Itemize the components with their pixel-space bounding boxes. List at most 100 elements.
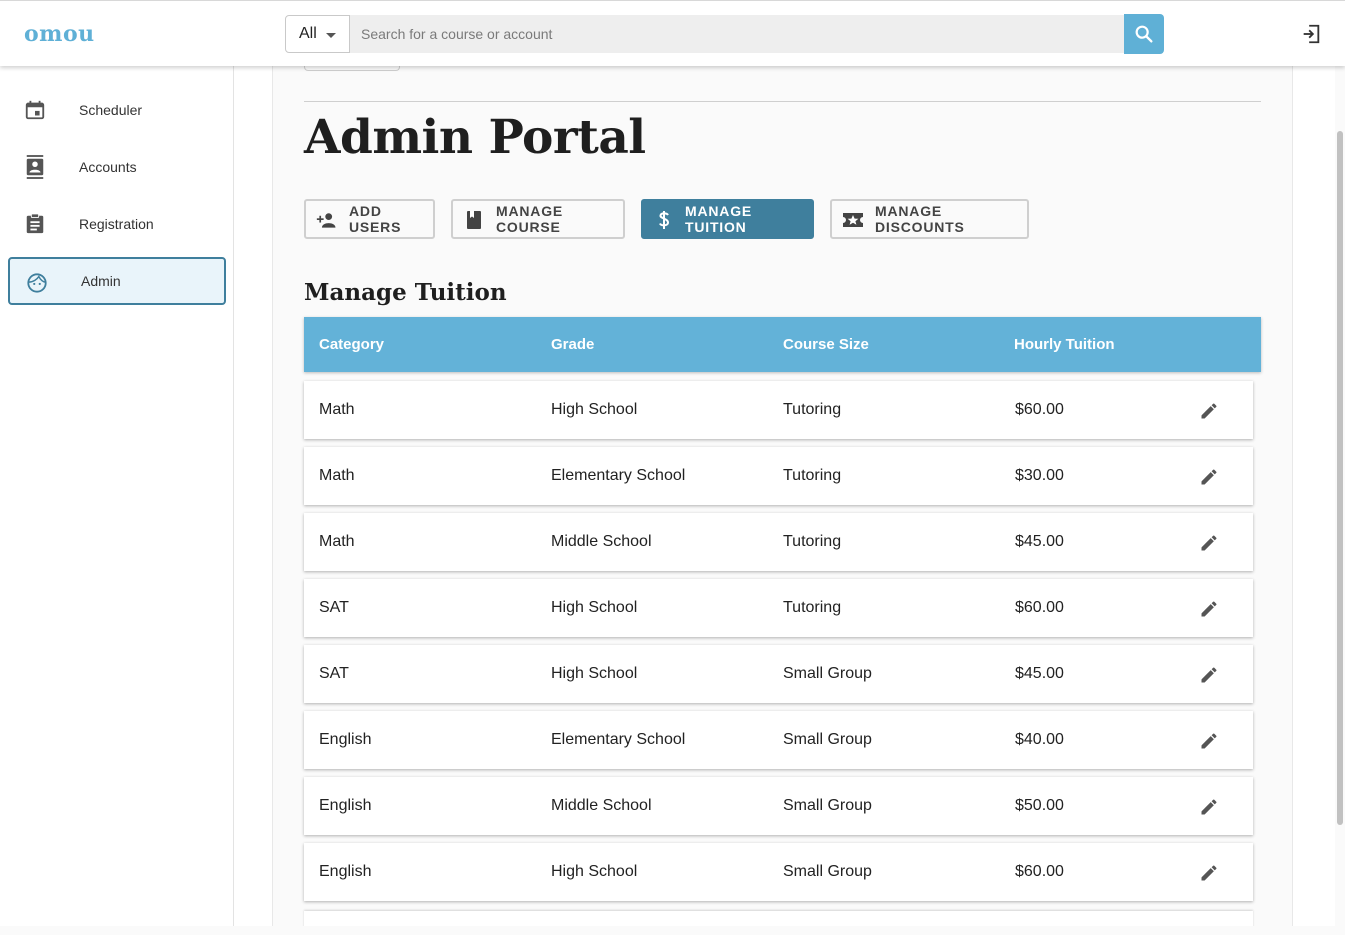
cell-category: English — [319, 863, 372, 880]
table-row: Math Middle School Tutoring $45.00 — [304, 513, 1253, 571]
vertical-scrollbar[interactable] — [1335, 66, 1345, 935]
table-row: Math High School Tutoring $60.00 — [304, 381, 1253, 439]
sidebar-item-registration[interactable]: Registration — [8, 200, 226, 248]
face-icon — [26, 271, 48, 295]
pencil-icon — [1201, 403, 1217, 419]
cell-category: English — [319, 797, 372, 814]
pencil-icon — [1201, 469, 1217, 485]
cell-hourly-tuition: $60.00 — [1015, 401, 1064, 418]
chevron-down-icon — [326, 33, 336, 38]
cell-hourly-tuition: $30.00 — [1015, 467, 1064, 484]
cell-grade: Middle School — [551, 797, 652, 814]
search-input[interactable] — [350, 15, 1125, 53]
cell-category: Math — [319, 533, 355, 550]
scrollbar-thumb[interactable] — [1337, 131, 1343, 825]
cell-grade: Middle School — [551, 533, 652, 550]
sidebar-item-scheduler[interactable]: Scheduler — [8, 86, 226, 134]
search-filter-select[interactable]: All — [285, 15, 350, 53]
tab-label: MANAGE TUITION — [685, 203, 753, 235]
cell-grade: Elementary School — [551, 467, 686, 484]
cell-hourly-tuition: $45.00 — [1015, 665, 1064, 682]
book-icon — [463, 210, 485, 230]
pencil-icon — [1201, 667, 1217, 683]
table-row: English High School Small Group $60.00 — [304, 843, 1253, 901]
page-title: Admin Portal — [304, 110, 646, 165]
omou-logo[interactable]: omou — [24, 21, 95, 47]
edit-button[interactable] — [1197, 729, 1221, 753]
cell-hourly-tuition: $50.00 — [1015, 797, 1064, 814]
cell-course-size: Tutoring — [783, 599, 842, 616]
column-header-category: Category — [319, 336, 385, 353]
cell-hourly-tuition: $60.00 — [1015, 599, 1064, 616]
pencil-icon — [1201, 799, 1217, 815]
edit-button[interactable] — [1197, 399, 1221, 423]
top-bar: omou All — [0, 0, 1345, 66]
cell-course-size: Small Group — [783, 797, 872, 814]
column-header-hourly-tuition: Hourly Tuition — [1014, 336, 1115, 353]
cell-category: Math — [319, 467, 355, 484]
sidebar-item-admin[interactable]: Admin — [8, 257, 226, 305]
tab-manage-tuition[interactable]: MANAGE TUITION — [641, 199, 814, 239]
section-title: Manage Tuition — [304, 279, 507, 306]
tab-label: MANAGE COURSE — [496, 203, 564, 235]
cell-course-size: Small Group — [783, 863, 872, 880]
pencil-icon — [1201, 733, 1217, 749]
cell-grade: Elementary School — [551, 731, 686, 748]
pencil-icon — [1201, 865, 1217, 881]
divider — [304, 101, 1261, 102]
sidebar-item-label: Admin — [81, 273, 121, 289]
cell-course-size: Tutoring — [783, 533, 842, 550]
cell-category: English — [319, 731, 372, 748]
cell-grade: High School — [551, 599, 638, 616]
tab-manage-course[interactable]: MANAGE COURSE — [451, 199, 625, 239]
edit-button[interactable] — [1197, 861, 1221, 885]
cell-course-size: Small Group — [783, 731, 872, 748]
cell-course-size: Small Group — [783, 665, 872, 682]
edit-button[interactable] — [1197, 663, 1221, 687]
search-button[interactable] — [1124, 14, 1164, 54]
column-header-grade: Grade — [551, 336, 595, 353]
edit-button[interactable] — [1197, 531, 1221, 555]
sidebar: Scheduler Accounts Registration Admin — [0, 66, 234, 935]
pencil-icon — [1201, 601, 1217, 617]
cell-hourly-tuition: $40.00 — [1015, 731, 1064, 748]
cell-grade: High School — [551, 401, 638, 418]
sidebar-item-label: Registration — [79, 216, 154, 232]
sidebar-item-label: Accounts — [79, 159, 137, 175]
tab-manage-discounts[interactable]: MANAGE DISCOUNTS — [830, 199, 1029, 239]
table-row: Math Elementary School Tutoring $30.00 — [304, 447, 1253, 505]
tab-label: MANAGE DISCOUNTS — [875, 203, 965, 235]
table-row: SAT High School Tutoring $60.00 — [304, 579, 1253, 637]
edit-button[interactable] — [1197, 795, 1221, 819]
bottom-strip — [0, 926, 1345, 935]
column-header-course-size: Course Size — [783, 336, 869, 353]
dollar-icon — [653, 210, 675, 230]
clipboard-icon — [24, 212, 46, 236]
calendar-icon — [24, 98, 46, 122]
tab-label: ADD USERS — [349, 203, 402, 235]
contacts-icon — [24, 155, 46, 179]
table-row: English Middle School Small Group $50.00 — [304, 777, 1253, 835]
cell-grade: High School — [551, 863, 638, 880]
sidebar-item-accounts[interactable]: Accounts — [8, 143, 226, 191]
search-icon — [1135, 25, 1153, 43]
edit-button[interactable] — [1197, 597, 1221, 621]
edit-button[interactable] — [1197, 465, 1221, 489]
cell-hourly-tuition: $60.00 — [1015, 863, 1064, 880]
person-add-icon — [316, 210, 338, 230]
table-row: SAT High School Small Group $45.00 — [304, 645, 1253, 703]
cell-course-size: Tutoring — [783, 467, 842, 484]
logout-icon — [1303, 24, 1320, 44]
cell-course-size: Tutoring — [783, 401, 842, 418]
search-filter-value: All — [299, 25, 317, 42]
table-row: English Elementary School Small Group $40.0… — [304, 711, 1253, 769]
sidebar-item-label: Scheduler — [79, 102, 143, 118]
cell-hourly-tuition: $45.00 — [1015, 533, 1064, 550]
tab-add-users[interactable]: ADD USERS — [304, 199, 435, 239]
cell-category: SAT — [319, 599, 349, 616]
pencil-icon — [1201, 535, 1217, 551]
cell-grade: High School — [551, 665, 638, 682]
logout-button[interactable] — [1298, 21, 1324, 47]
cell-category: SAT — [319, 665, 349, 682]
cell-category: Math — [319, 401, 355, 418]
